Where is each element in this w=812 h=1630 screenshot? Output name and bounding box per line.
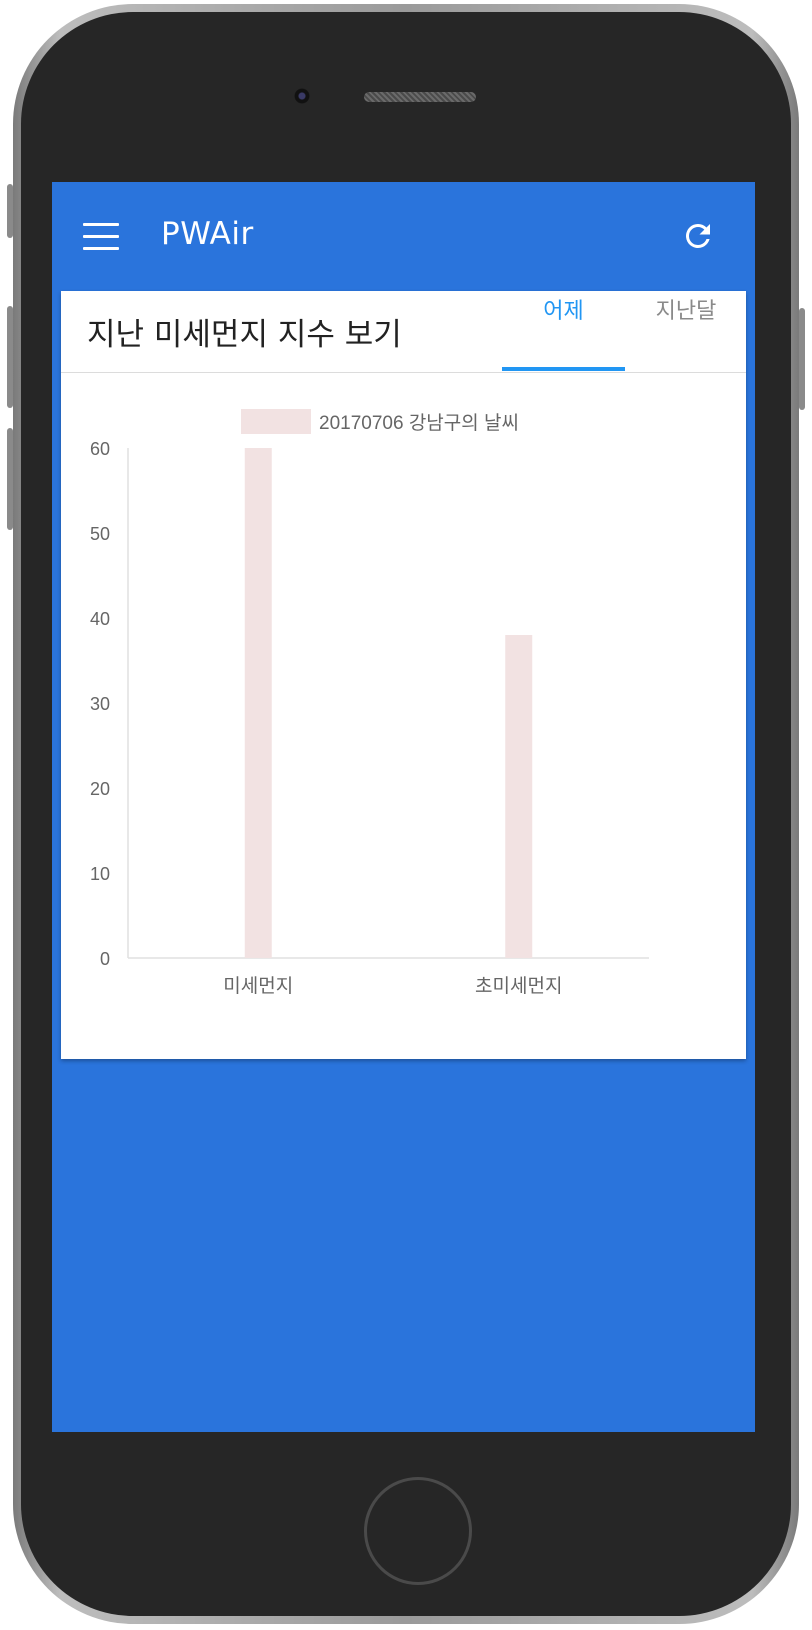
x-tick-label: 미세먼지 xyxy=(223,975,293,997)
refresh-icon[interactable] xyxy=(680,218,716,254)
y-tick-label: 40 xyxy=(90,609,110,629)
card-title: 지난 미세먼지 지수 보기 xyxy=(87,317,402,353)
legend-label: 20170706 강남구의 날씨 xyxy=(319,412,519,434)
legend-swatch xyxy=(241,409,311,434)
power-button xyxy=(799,308,805,410)
volume-down-button xyxy=(7,428,13,530)
front-camera xyxy=(294,88,310,104)
y-tick-label: 10 xyxy=(90,864,110,884)
tab-label: 어제 xyxy=(543,299,584,324)
tab-yesterday[interactable]: 어제 xyxy=(502,291,625,371)
mute-switch xyxy=(7,184,13,238)
y-tick-label: 20 xyxy=(90,779,110,799)
card-header: 지난 미세먼지 지수 보기 어제 지난달 xyxy=(61,291,746,373)
app-title: PWAir xyxy=(161,216,254,252)
home-button[interactable] xyxy=(364,1477,472,1585)
tab-last-month[interactable]: 지난달 xyxy=(625,291,747,371)
dust-bar-chart: 0 10 20 30 40 50 60 20170706 강남구의 날씨미세먼지 초미세먼지 xyxy=(90,409,649,997)
tab-label: 지난달 xyxy=(655,299,717,324)
x-tick-label: 초미세먼지 xyxy=(475,975,562,997)
y-tick-label: 60 xyxy=(90,439,110,459)
chart-bar xyxy=(244,448,272,958)
history-card: 지난 미세먼지 지수 보기 어제 지난달 0 10 20 30 40 50 60 201707… xyxy=(61,291,746,1059)
tab-active-indicator xyxy=(502,367,625,371)
earpiece-speaker xyxy=(364,92,476,102)
app-bar: PWAir xyxy=(52,182,755,290)
y-tick-label: 50 xyxy=(90,524,110,544)
hamburger-menu-icon[interactable] xyxy=(83,223,119,251)
volume-up-button xyxy=(7,306,13,408)
chart-bar xyxy=(505,635,533,958)
app-screen: PWAir 지난 미세먼지 지수 보기 어제 지난달 0 10 20 30 40 50 60… xyxy=(52,182,755,1432)
y-tick-label: 0 xyxy=(100,949,110,969)
y-tick-label: 30 xyxy=(90,694,110,714)
